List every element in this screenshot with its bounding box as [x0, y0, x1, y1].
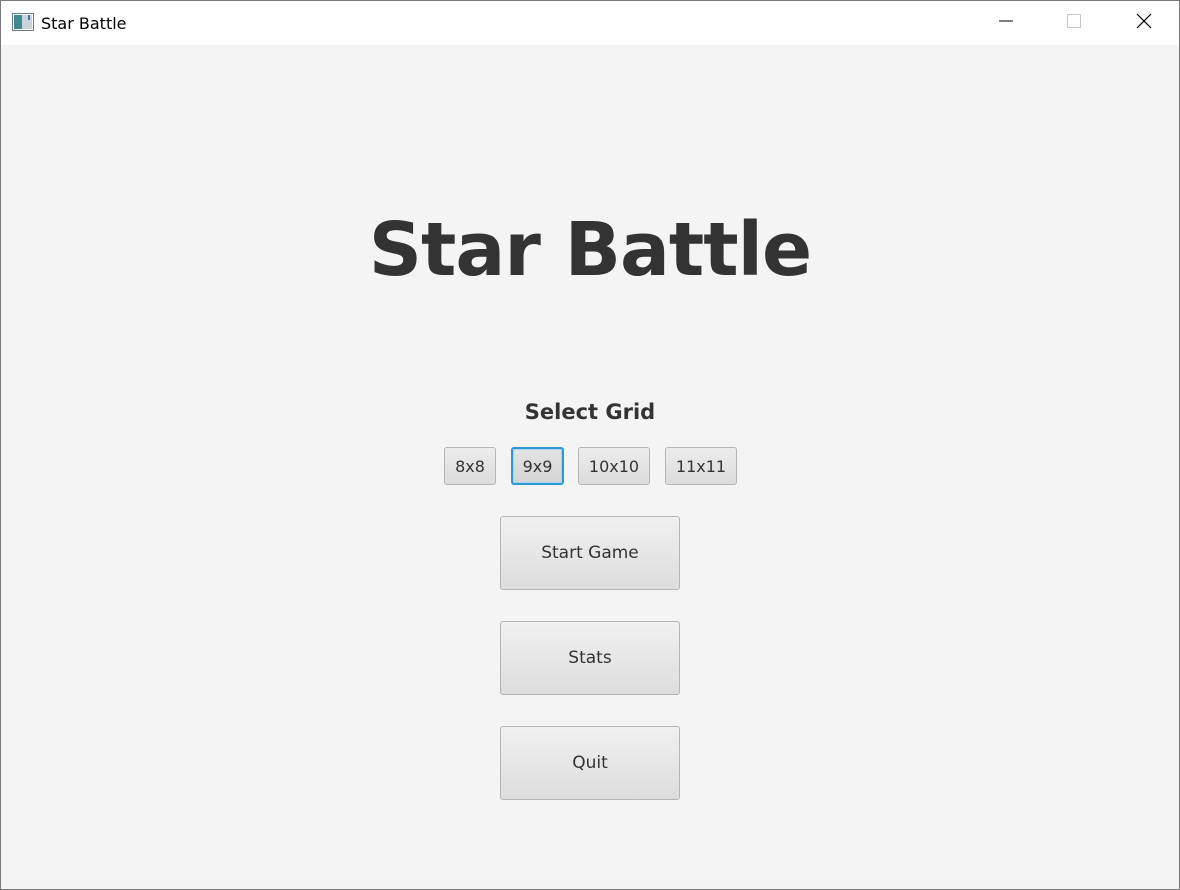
app-window: Star Battle Star Battle Select Grid 8x8: [0, 0, 1180, 890]
grid-11x11-button[interactable]: 11x11: [665, 447, 737, 485]
minimize-icon: [998, 13, 1014, 34]
title-bar[interactable]: Star Battle: [1, 1, 1179, 45]
game-title: Star Battle: [368, 207, 813, 293]
minimize-button[interactable]: [971, 1, 1041, 45]
grid-9x9-button[interactable]: 9x9: [511, 447, 564, 485]
grid-10x10-button[interactable]: 10x10: [578, 447, 650, 485]
stats-button[interactable]: Stats: [500, 621, 680, 695]
app-window-icon: [12, 13, 34, 31]
select-grid-label: Select Grid: [524, 400, 656, 424]
main-menu: Star Battle Select Grid 8x8 9x9 10x10 11…: [1, 45, 1179, 889]
close-icon: [1136, 13, 1152, 34]
grid-8x8-button[interactable]: 8x8: [444, 447, 496, 485]
grid-size-selector: 8x8 9x9 10x10 11x11: [1, 447, 1179, 487]
close-button[interactable]: [1109, 1, 1179, 45]
maximize-icon: [1066, 13, 1082, 34]
start-game-button[interactable]: Start Game: [500, 516, 680, 590]
quit-button[interactable]: Quit: [500, 726, 680, 800]
window-title: Star Battle: [41, 14, 127, 33]
maximize-button[interactable]: [1039, 1, 1109, 45]
